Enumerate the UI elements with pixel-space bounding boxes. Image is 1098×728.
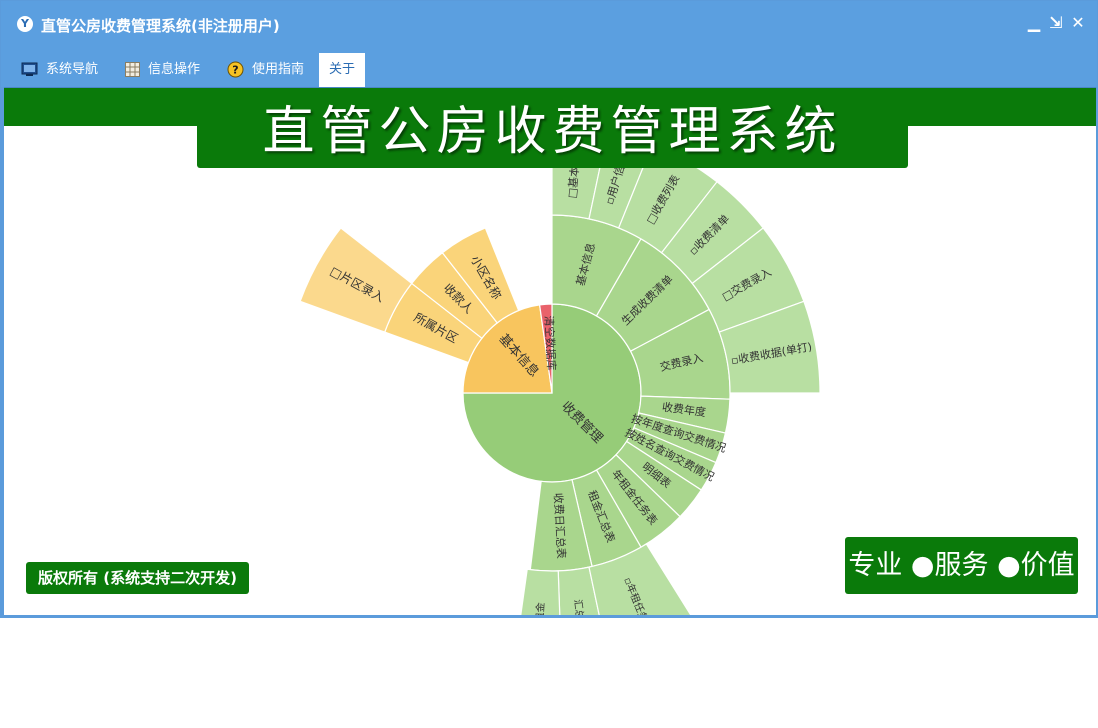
monitor-icon (21, 62, 38, 76)
app-logo-icon: Y (17, 16, 33, 32)
slogan-badge: 专业 ●服务 ●价值 (845, 537, 1078, 594)
menu-label: 系统导航 (46, 62, 99, 77)
app-window: Y 直管公房收费管理系统(非注册用户) ▁ ⇲ ✕ 系统导航 信息操作 ? 使用… (0, 0, 1098, 618)
title-bar: Y 直管公房收费管理系统(非注册用户) ▁ ⇲ ✕ (1, 1, 1097, 47)
banner-title: 直管公房收费管理系统 (197, 96, 908, 168)
restore-button[interactable]: ⇲ (1047, 13, 1065, 33)
close-button[interactable]: ✕ (1069, 13, 1087, 33)
svg-text:?: ? (232, 64, 238, 77)
menu-system-nav[interactable]: 系统导航 (21, 53, 98, 87)
menu-about[interactable]: 关于 (319, 53, 366, 87)
help-icon: ? (227, 61, 244, 78)
copyright-badge: 版权所有 (系统支持二次开发) (26, 562, 249, 594)
menu-label: 信息操作 (148, 62, 201, 77)
menu-user-guide[interactable]: ? 使用指南 (227, 53, 304, 87)
minimize-button[interactable]: ▁ (1025, 13, 1043, 33)
grid-icon (125, 62, 140, 77)
menu-info-ops[interactable]: 信息操作 (125, 53, 200, 87)
main-content: 收费管理 基本信息 清空数据库 基本信息 生成收费清单 交费录入 收费年度 按年度查询交费情况… (4, 87, 1096, 615)
sunburst-segment-label: 清空数据库 (542, 315, 559, 371)
menu-bar: 系统导航 信息操作 ? 使用指南 关于 (1, 47, 1097, 87)
menu-label: 使用指南 (252, 62, 305, 77)
window-title: 直管公房收费管理系统(非注册用户) (41, 17, 280, 35)
